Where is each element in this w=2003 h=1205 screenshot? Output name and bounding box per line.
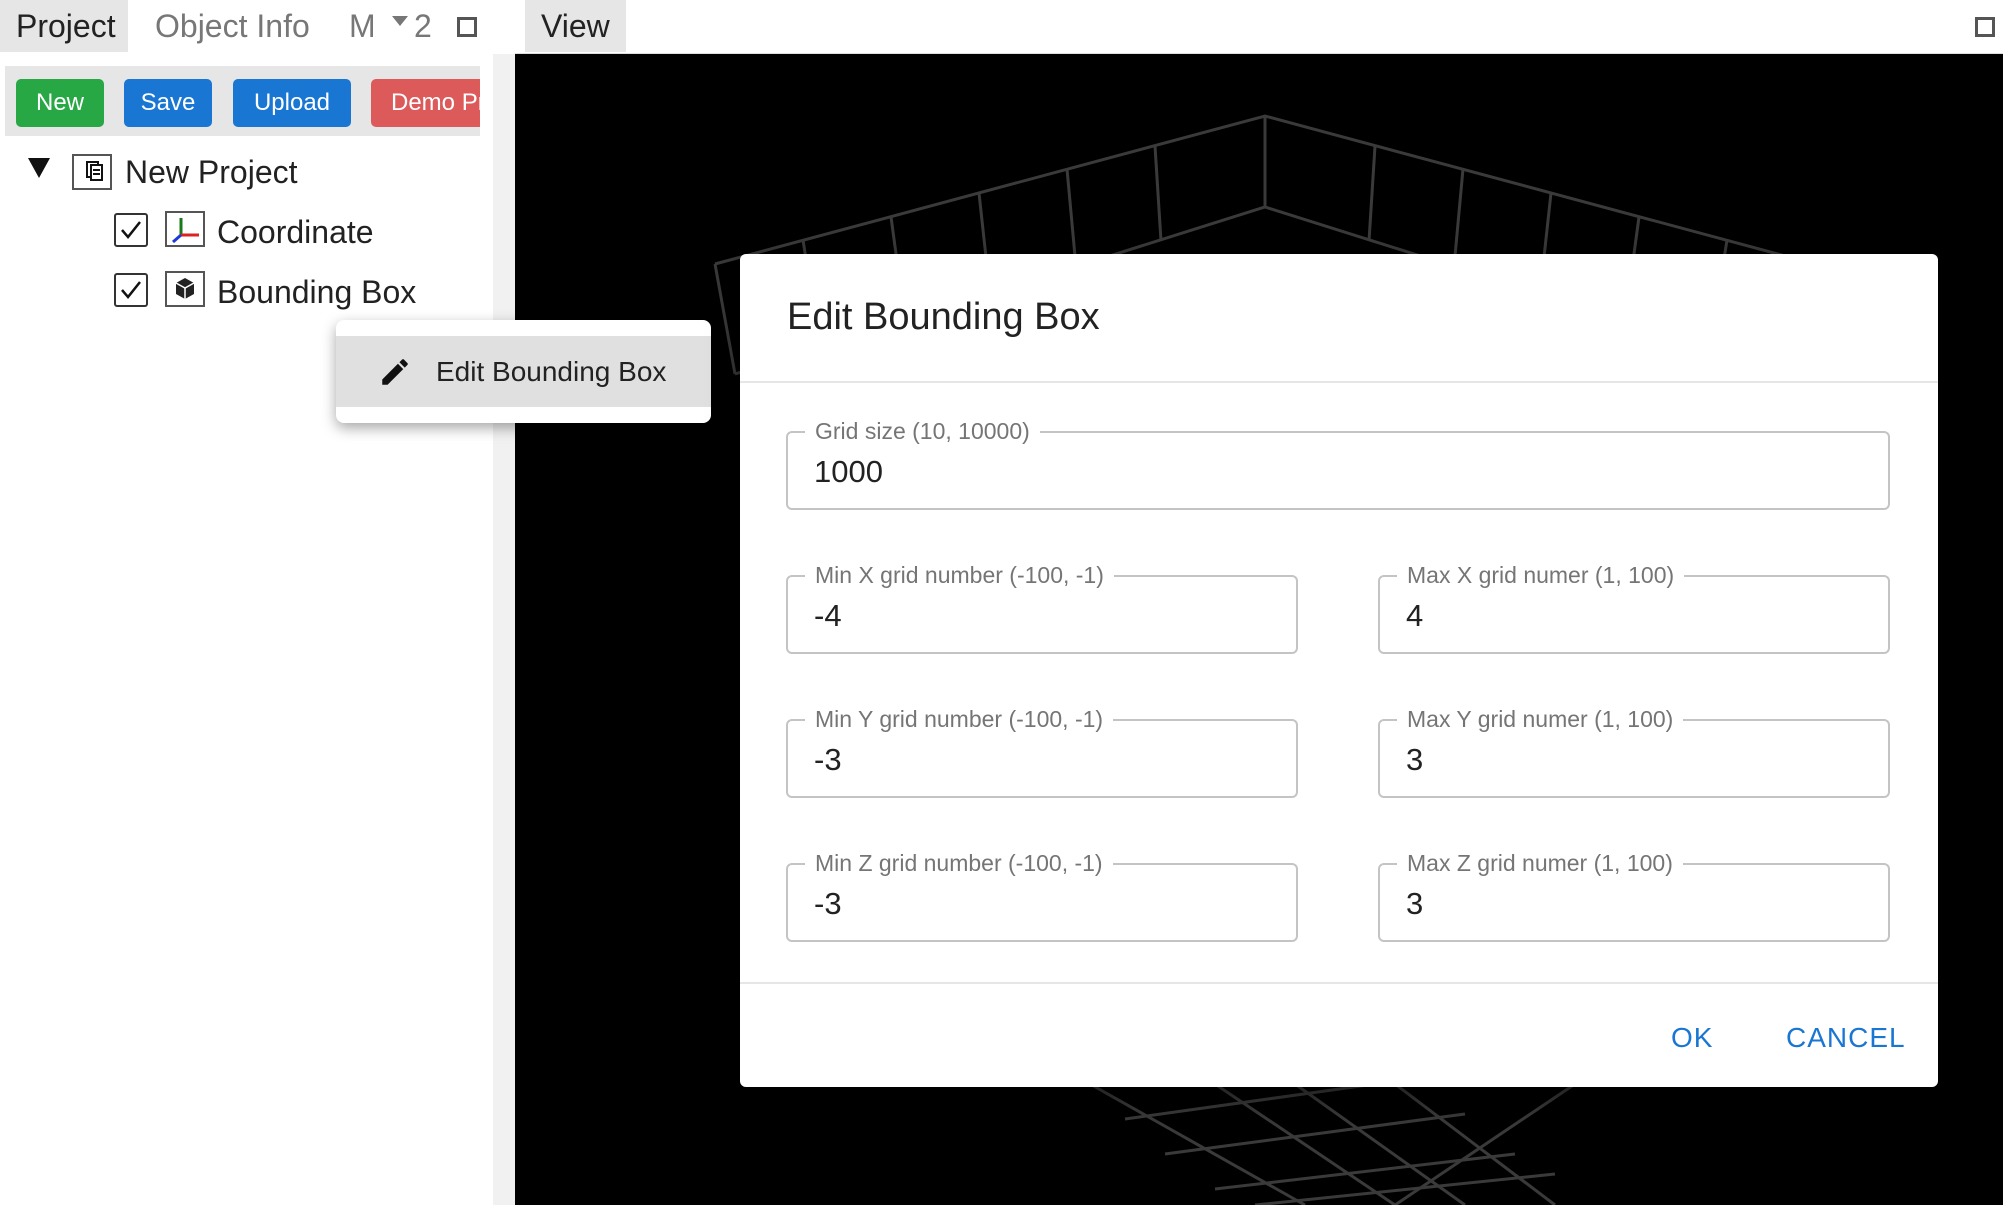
bounding-box-visibility-checkbox[interactable] bbox=[114, 273, 148, 307]
tree-root-label: New Project bbox=[125, 154, 298, 190]
max-x-label: Max X grid numer (1, 100) bbox=[1397, 558, 1685, 592]
new-button[interactable]: New bbox=[16, 79, 104, 127]
max-y-input[interactable] bbox=[1406, 738, 1862, 782]
pencil-icon bbox=[382, 359, 408, 385]
tree-item-label: Coordinate bbox=[217, 214, 374, 250]
edit-bounding-box-dialog: Edit Bounding Box Grid size (10, 10000) … bbox=[740, 254, 1938, 1087]
max-z-label: Max Z grid numer (1, 100) bbox=[1397, 846, 1683, 880]
menu-item-label: Edit Bounding Box bbox=[436, 356, 667, 387]
tab-object-info[interactable]: Object Info bbox=[155, 0, 325, 52]
cube-icon bbox=[165, 271, 205, 307]
tab-more[interactable]: M bbox=[349, 0, 373, 52]
context-menu: Edit Bounding Box bbox=[336, 320, 711, 423]
project-icon bbox=[72, 154, 112, 190]
expand-icon[interactable] bbox=[1975, 17, 1995, 37]
left-tab-bar: Project Object Info M 2 bbox=[0, 0, 493, 54]
ok-button[interactable]: OK bbox=[1671, 984, 1713, 1091]
coordinate-axes-icon bbox=[165, 211, 205, 247]
min-z-field: Min Z grid number (-100, -1) bbox=[786, 846, 1298, 942]
max-y-label: Max Y grid numer (1, 100) bbox=[1397, 702, 1684, 736]
min-x-label: Min X grid number (-100, -1) bbox=[805, 558, 1114, 592]
tab-view[interactable]: View bbox=[525, 0, 626, 52]
max-z-field: Max Z grid numer (1, 100) bbox=[1378, 846, 1890, 942]
dialog-actions: OK CANCEL bbox=[740, 984, 1938, 1087]
tree-item-label: Bounding Box bbox=[217, 274, 417, 310]
tree-collapse-toggle-icon[interactable] bbox=[28, 158, 50, 178]
grid-size-field: Grid size (10, 10000) bbox=[786, 414, 1890, 510]
project-panel: Project Object Info M 2 New Save Upload … bbox=[0, 0, 493, 1205]
expand-icon[interactable] bbox=[457, 17, 477, 37]
min-x-input[interactable] bbox=[814, 594, 1270, 638]
tab-count: 2 bbox=[414, 8, 432, 44]
dialog-title: Edit Bounding Box bbox=[787, 296, 1100, 338]
min-y-field: Min Y grid number (-100, -1) bbox=[786, 702, 1298, 798]
min-y-label: Min Y grid number (-100, -1) bbox=[805, 702, 1114, 736]
cancel-button[interactable]: CANCEL bbox=[1786, 984, 1906, 1091]
coordinate-visibility-checkbox[interactable] bbox=[114, 213, 148, 247]
dialog-title-divider bbox=[740, 381, 1938, 383]
panel-gap bbox=[493, 0, 515, 54]
view-tab-bar: View bbox=[515, 0, 2003, 54]
project-toolbar: New Save Upload Demo Pro bbox=[5, 66, 480, 136]
chevron-down-icon[interactable] bbox=[392, 16, 408, 26]
max-x-input[interactable] bbox=[1406, 594, 1862, 638]
grid-size-label: Grid size (10, 10000) bbox=[805, 414, 1040, 448]
max-y-field: Max Y grid numer (1, 100) bbox=[1378, 702, 1890, 798]
max-z-input[interactable] bbox=[1406, 882, 1862, 926]
grid-size-input[interactable] bbox=[814, 450, 1862, 494]
min-x-field: Min X grid number (-100, -1) bbox=[786, 558, 1298, 654]
min-y-input[interactable] bbox=[814, 738, 1270, 782]
menu-item-edit-bounding-box[interactable]: Edit Bounding Box bbox=[336, 336, 711, 407]
max-x-field: Max X grid numer (1, 100) bbox=[1378, 558, 1890, 654]
left-panel-scrollbar[interactable] bbox=[493, 54, 515, 1205]
min-z-label: Min Z grid number (-100, -1) bbox=[805, 846, 1113, 880]
save-button[interactable]: Save bbox=[124, 79, 212, 127]
min-z-input[interactable] bbox=[814, 882, 1270, 926]
upload-button[interactable]: Upload bbox=[233, 79, 351, 127]
tab-project[interactable]: Project bbox=[0, 0, 128, 52]
demo-project-button[interactable]: Demo Pro bbox=[371, 79, 480, 127]
